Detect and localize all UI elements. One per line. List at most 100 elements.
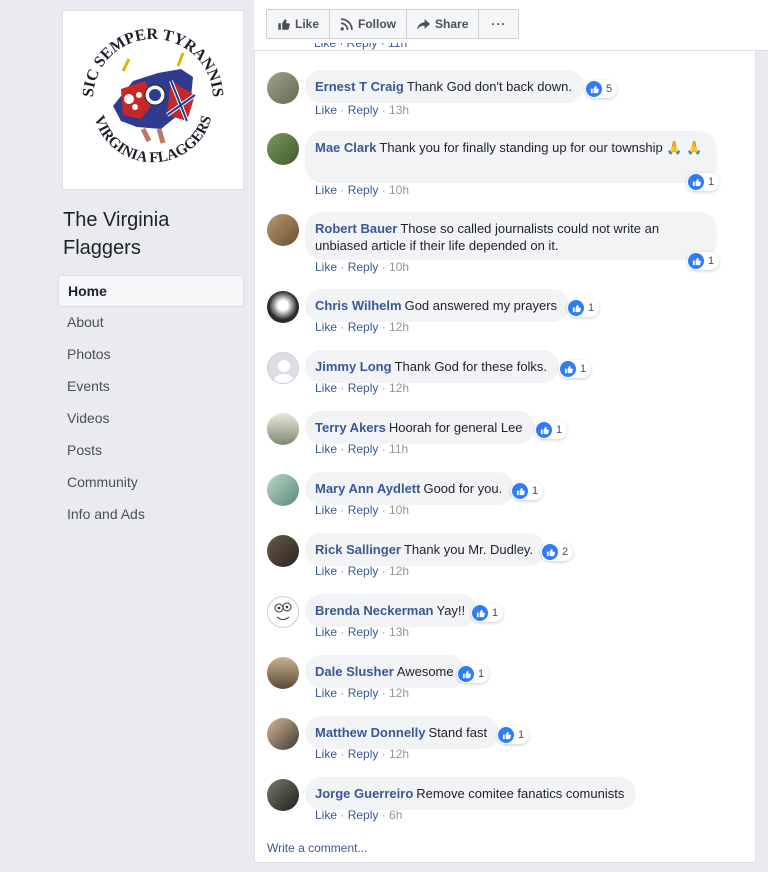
comment-time[interactable]: 12h <box>389 747 409 761</box>
page-nav: Home About Photos Events Videos Posts Co… <box>58 275 244 531</box>
comment-author[interactable]: Terry Akers <box>315 420 386 435</box>
comment-bubble: Chris Wilhelm God answered my prayers <box>305 289 570 322</box>
reply-link[interactable]: Reply <box>348 260 379 274</box>
reaction-count[interactable]: 1 <box>511 482 544 500</box>
comment-author[interactable]: Chris Wilhelm <box>315 298 402 313</box>
avatar[interactable] <box>267 535 299 567</box>
comment-author[interactable]: Ernest T Craig <box>315 79 404 94</box>
avatar[interactable] <box>267 133 299 165</box>
reply-link[interactable]: Reply <box>348 625 379 639</box>
avatar[interactable] <box>267 779 299 811</box>
meme-face-avatar-icon <box>274 602 292 620</box>
avatar[interactable] <box>267 596 299 628</box>
like-link[interactable]: Like <box>315 686 337 700</box>
reply-link[interactable]: Reply <box>348 381 379 395</box>
reply-link[interactable]: Reply <box>348 808 379 822</box>
comment-time[interactable]: 10h <box>389 503 409 517</box>
avatar[interactable] <box>267 352 299 384</box>
comment-author[interactable]: Brenda Neckerman <box>315 603 434 618</box>
comment-time[interactable]: 11h <box>389 442 408 456</box>
comment-author[interactable]: Jimmy Long <box>315 359 392 374</box>
reply-link[interactable]: Reply <box>348 183 379 197</box>
nav-about[interactable]: About <box>58 307 244 339</box>
comment-time[interactable]: 12h <box>389 381 409 395</box>
avatar[interactable] <box>267 413 299 445</box>
reply-link[interactable]: Reply <box>348 686 379 700</box>
nav-posts[interactable]: Posts <box>58 435 244 467</box>
avatar[interactable] <box>267 72 299 104</box>
comment-actions: Like · Reply · 12h <box>315 564 410 578</box>
page-profile-picture[interactable]: SIC SEMPER TYRANNIS VIRGINIA FLAGGERS <box>62 10 244 190</box>
reaction-count[interactable]: 1 <box>559 360 592 378</box>
comment-author[interactable]: Mary Ann Aydlett <box>315 481 420 496</box>
reply-link[interactable]: Reply <box>348 747 379 761</box>
nav-info-and-ads[interactable]: Info and Ads <box>58 499 244 531</box>
comment-time[interactable]: 10h <box>389 183 409 197</box>
comment-time[interactable]: 13h <box>389 103 409 117</box>
reaction-count[interactable]: 2 <box>541 543 574 561</box>
reply-link[interactable]: Reply <box>348 103 379 117</box>
comment-time[interactable]: 10h <box>389 260 409 274</box>
comment-text: God answered my prayers <box>404 298 558 313</box>
thumbs-up-icon <box>278 18 290 30</box>
like-link[interactable]: Like <box>315 320 337 334</box>
comment-author[interactable]: Mae Clark <box>315 140 376 155</box>
reply-link[interactable]: Reply <box>348 320 379 334</box>
like-link[interactable]: Like <box>315 503 337 517</box>
like-link[interactable]: Like <box>315 260 337 274</box>
nav-events[interactable]: Events <box>58 371 244 403</box>
reaction-count[interactable]: 1 <box>567 299 600 317</box>
avatar[interactable] <box>267 291 299 323</box>
avatar[interactable] <box>267 474 299 506</box>
share-arrow-icon <box>417 18 431 30</box>
comment-time[interactable]: 6h <box>389 808 402 822</box>
share-button[interactable]: Share <box>407 10 480 38</box>
like-link[interactable]: Like <box>315 103 337 117</box>
like-link[interactable]: Like <box>315 381 337 395</box>
reply-link[interactable]: Reply <box>348 503 379 517</box>
avatar[interactable] <box>267 657 299 689</box>
nav-videos[interactable]: Videos <box>58 403 244 435</box>
comment-actions: Like · Reply · 13h <box>315 625 410 639</box>
more-options-button[interactable]: ··· <box>479 10 518 38</box>
comment-actions: Like · Reply · 12h <box>315 381 410 395</box>
comment-author[interactable]: Matthew Donnelly <box>315 725 426 740</box>
reply-link[interactable]: Reply <box>348 564 379 578</box>
like-link[interactable]: Like <box>315 564 337 578</box>
reply-link[interactable]: Reply <box>348 442 379 456</box>
comment-author[interactable]: Rick Sallinger <box>315 542 401 557</box>
comment-text: Remove comitee fanatics comunists <box>416 786 625 801</box>
comment-author[interactable]: Jorge Guerreiro <box>315 786 413 801</box>
comment-time[interactable]: 12h <box>389 564 409 578</box>
comment-actions: Like · Reply · 13h <box>315 103 410 117</box>
comment-author[interactable]: Dale Slusher <box>315 664 394 679</box>
avatar[interactable] <box>267 214 299 246</box>
like-link[interactable]: Like <box>315 625 337 639</box>
reaction-count[interactable]: 1 <box>687 252 720 270</box>
reaction-count[interactable]: 5 <box>585 80 618 98</box>
nav-photos[interactable]: Photos <box>58 339 244 371</box>
comment-time[interactable]: 12h <box>389 320 409 334</box>
reaction-count[interactable]: 1 <box>457 665 490 683</box>
like-reaction-icon <box>498 727 514 743</box>
comment-actions: Like · Reply · 11h <box>315 442 409 456</box>
like-link[interactable]: Like <box>315 442 337 456</box>
reaction-count[interactable]: 1 <box>471 604 504 622</box>
reaction-count[interactable]: 1 <box>535 421 568 439</box>
comment-actions: Like · Reply · 12h <box>315 320 410 334</box>
comment-time[interactable]: 13h <box>389 625 409 639</box>
nav-home[interactable]: Home <box>58 275 244 307</box>
comment-author[interactable]: Robert Bauer <box>315 221 397 236</box>
reaction-count[interactable]: 1 <box>687 173 720 191</box>
page-title[interactable]: The Virginia Flaggers <box>63 206 243 262</box>
comment-time[interactable]: 12h <box>389 686 409 700</box>
write-comment-link[interactable]: Write a comment... <box>267 841 367 855</box>
avatar[interactable] <box>267 718 299 750</box>
like-link[interactable]: Like <box>315 747 337 761</box>
like-link[interactable]: Like <box>315 808 337 822</box>
follow-button[interactable]: Follow <box>330 10 408 38</box>
nav-community[interactable]: Community <box>58 467 244 499</box>
like-link[interactable]: Like <box>315 183 337 197</box>
reaction-count[interactable]: 1 <box>497 726 530 744</box>
like-page-button[interactable]: Like <box>267 10 331 38</box>
